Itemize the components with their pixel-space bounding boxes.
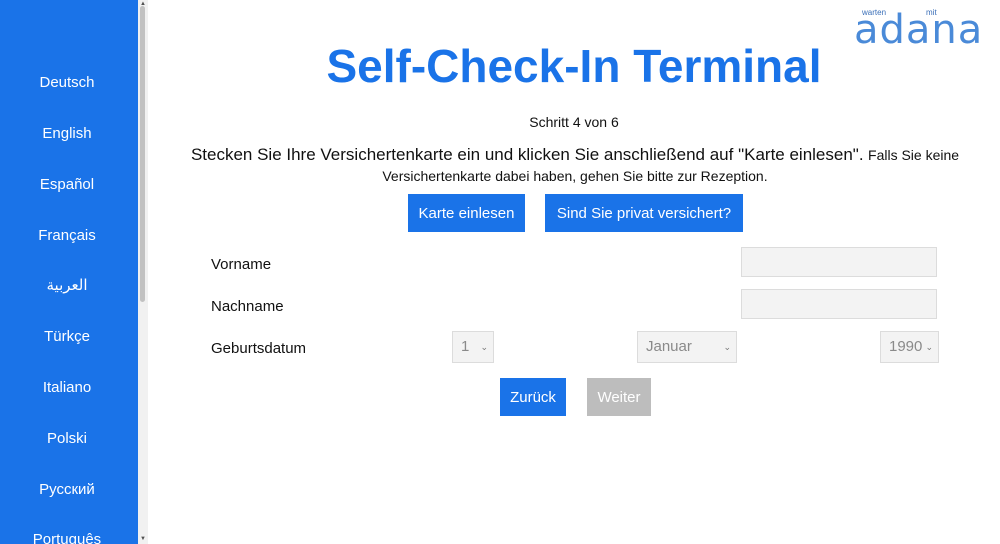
language-espanol[interactable]: Español	[0, 175, 134, 195]
chevron-down-icon: ⌄	[925, 342, 933, 352]
language-polski[interactable]: Polski	[0, 429, 134, 449]
language-russian[interactable]: Русский	[0, 480, 134, 500]
next-button[interactable]: Weiter	[587, 378, 651, 416]
instruction-main: Stecken Sie Ihre Versichertenkarte ein u…	[190, 145, 864, 164]
language-italiano[interactable]: Italiano	[0, 378, 134, 398]
language-sidebar: Deutsch English Español Français العربية…	[0, 0, 138, 544]
last-name-input[interactable]	[741, 289, 937, 319]
language-turkce[interactable]: Türkçe	[0, 327, 134, 347]
scroll-down-arrow-icon[interactable]: ▼	[139, 536, 147, 542]
birth-day-select[interactable]: 1 ⌄	[452, 331, 494, 363]
page-title: Self-Check-In Terminal	[326, 40, 822, 92]
chevron-down-icon: ⌄	[480, 342, 488, 352]
birth-month-value: Januar	[646, 338, 692, 355]
first-name-label: Vorname	[211, 256, 272, 273]
language-portugues[interactable]: Português	[0, 530, 134, 544]
private-insured-button[interactable]: Sind Sie privat versichert?	[545, 194, 743, 232]
birth-year-value: 1990	[889, 338, 923, 355]
birth-day-value: 1	[461, 338, 470, 355]
language-english[interactable]: English	[0, 124, 134, 144]
sidebar-scrollbar[interactable]: ▲ ▼	[138, 0, 148, 544]
birthdate-label: Geburtsdatum	[211, 340, 307, 357]
last-name-label: Nachname	[211, 298, 284, 315]
back-button[interactable]: Zurück	[500, 378, 566, 416]
step-indicator: Schritt 4 von 6	[529, 114, 619, 130]
language-arabic[interactable]: العربية	[0, 276, 134, 296]
birth-year-select[interactable]: 1990 ⌄	[880, 331, 939, 363]
instruction-text: Stecken Sie Ihre Versichertenkarte ein u…	[180, 145, 970, 187]
language-deutsch[interactable]: Deutsch	[0, 73, 134, 93]
scrollbar-thumb[interactable]	[140, 6, 145, 302]
chevron-down-icon: ⌄	[723, 342, 731, 352]
first-name-input[interactable]	[741, 247, 937, 277]
read-card-button[interactable]: Karte einlesen	[408, 194, 525, 232]
language-francais[interactable]: Français	[0, 226, 134, 246]
birth-month-select[interactable]: Januar ⌄	[637, 331, 737, 363]
